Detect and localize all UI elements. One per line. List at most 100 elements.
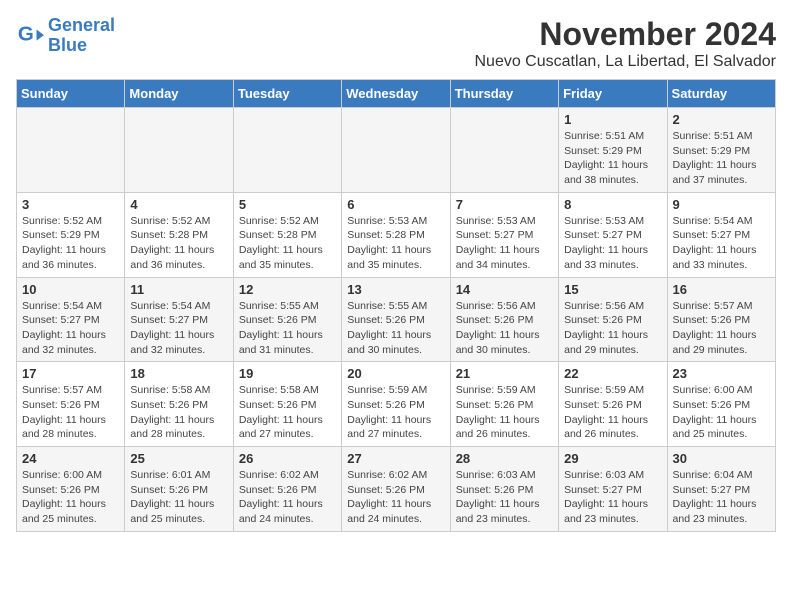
calendar-cell: 16 Sunrise: 5:57 AM Sunset: 5:26 PM Dayli… — [667, 277, 775, 362]
calendar-cell: 30Sunrise: 6:04 AM Sunset: 5:27 PM Dayli… — [667, 447, 775, 532]
calendar-week-5: 24Sunrise: 6:00 AM Sunset: 5:26 PM Dayli… — [17, 447, 776, 532]
day-number: 23 — [673, 366, 770, 381]
calendar-cell: 11Sunrise: 5:54 AM Sunset: 5:27 PM Dayli… — [125, 277, 233, 362]
day-number: 7 — [456, 197, 553, 212]
col-saturday: Saturday — [667, 80, 775, 108]
day-number: 26 — [239, 451, 336, 466]
day-number: 14 — [456, 282, 553, 297]
calendar-cell: 28Sunrise: 6:03 AM Sunset: 5:26 PM Dayli… — [450, 447, 558, 532]
calendar-cell — [342, 108, 450, 193]
calendar-cell: 17 Sunrise: 5:57 AM Sunset: 5:26 PM Dayli… — [17, 362, 125, 447]
day-info: Sunrise: 5:52 AM Sunset: 5:28 PM Dayligh… — [130, 214, 227, 273]
col-sunday: Sunday — [17, 80, 125, 108]
page-header: G General Blue November 2024 Nuevo Cusca… — [16, 16, 776, 71]
day-number: 21 — [456, 366, 553, 381]
day-info: Sunrise: 5:57 AM Sunset: 5:26 PM Dayligh… — [22, 383, 119, 442]
header-row: Sunday Monday Tuesday Wednesday Thursday… — [17, 80, 776, 108]
day-number: 5 — [239, 197, 336, 212]
calendar-cell: 25Sunrise: 6:01 AM Sunset: 5:26 PM Dayli… — [125, 447, 233, 532]
day-info: Sunrise: 5:54 AM Sunset: 5:27 PM Dayligh… — [22, 299, 119, 358]
month-title: November 2024 — [474, 16, 776, 53]
col-monday: Monday — [125, 80, 233, 108]
day-number: 28 — [456, 451, 553, 466]
calendar-cell — [17, 108, 125, 193]
calendar-cell: 26 Sunrise: 6:02 AM Sunset: 5:26 PM Dayli… — [233, 447, 341, 532]
calendar-cell: 15 Sunrise: 5:56 AM Sunset: 5:26 PM Dayli… — [559, 277, 667, 362]
day-number: 25 — [130, 451, 227, 466]
calendar-cell: 19 Sunrise: 5:58 AM Sunset: 5:26 PM Dayli… — [233, 362, 341, 447]
day-info: Sunrise: 5:52 AM Sunset: 5:29 PM Dayligh… — [22, 214, 119, 273]
day-info: Sunrise: 5:58 AM Sunset: 5:26 PM Dayligh… — [239, 383, 336, 442]
day-number: 3 — [22, 197, 119, 212]
calendar-week-4: 17 Sunrise: 5:57 AM Sunset: 5:26 PM Dayli… — [17, 362, 776, 447]
calendar-table: Sunday Monday Tuesday Wednesday Thursday… — [16, 79, 776, 532]
calendar-cell: 6 Sunrise: 5:53 AM Sunset: 5:28 PM Daylig… — [342, 192, 450, 277]
day-number: 27 — [347, 451, 444, 466]
calendar-cell — [233, 108, 341, 193]
calendar-cell: 23Sunrise: 6:00 AM Sunset: 5:26 PM Dayli… — [667, 362, 775, 447]
calendar-cell: 2 Sunrise: 5:51 AM Sunset: 5:29 PM Daylig… — [667, 108, 775, 193]
day-number: 30 — [673, 451, 770, 466]
calendar-cell: 18 Sunrise: 5:58 AM Sunset: 5:26 PM Dayli… — [125, 362, 233, 447]
calendar-cell: 24Sunrise: 6:00 AM Sunset: 5:26 PM Dayli… — [17, 447, 125, 532]
logo: G General Blue — [16, 16, 115, 56]
calendar-week-2: 3 Sunrise: 5:52 AM Sunset: 5:29 PM Daylig… — [17, 192, 776, 277]
day-number: 20 — [347, 366, 444, 381]
day-number: 10 — [22, 282, 119, 297]
col-thursday: Thursday — [450, 80, 558, 108]
day-number: 15 — [564, 282, 661, 297]
day-info: Sunrise: 5:56 AM Sunset: 5:26 PM Dayligh… — [564, 299, 661, 358]
day-info: Sunrise: 5:56 AM Sunset: 5:26 PM Dayligh… — [456, 299, 553, 358]
day-info: Sunrise: 5:59 AM Sunset: 5:26 PM Dayligh… — [456, 383, 553, 442]
day-number: 12 — [239, 282, 336, 297]
day-info: Sunrise: 5:53 AM Sunset: 5:27 PM Dayligh… — [564, 214, 661, 273]
calendar-cell: 22 Sunrise: 5:59 AM Sunset: 5:26 PM Dayli… — [559, 362, 667, 447]
day-info: Sunrise: 6:02 AM Sunset: 5:26 PM Dayligh… — [239, 468, 336, 527]
day-info: Sunrise: 5:53 AM Sunset: 5:28 PM Dayligh… — [347, 214, 444, 273]
day-number: 2 — [673, 112, 770, 127]
calendar-cell: 21 Sunrise: 5:59 AM Sunset: 5:26 PM Dayli… — [450, 362, 558, 447]
day-number: 8 — [564, 197, 661, 212]
day-number: 29 — [564, 451, 661, 466]
calendar-cell: 3 Sunrise: 5:52 AM Sunset: 5:29 PM Daylig… — [17, 192, 125, 277]
location-subtitle: Nuevo Cuscatlan, La Libertad, El Salvado… — [474, 53, 776, 71]
calendar-cell: 13 Sunrise: 5:55 AM Sunset: 5:26 PM Dayli… — [342, 277, 450, 362]
day-info: Sunrise: 5:55 AM Sunset: 5:26 PM Dayligh… — [347, 299, 444, 358]
day-number: 9 — [673, 197, 770, 212]
day-number: 4 — [130, 197, 227, 212]
col-tuesday: Tuesday — [233, 80, 341, 108]
day-number: 19 — [239, 366, 336, 381]
day-number: 16 — [673, 282, 770, 297]
calendar-cell: 12Sunrise: 5:55 AM Sunset: 5:26 PM Dayli… — [233, 277, 341, 362]
calendar-cell: 20 Sunrise: 5:59 AM Sunset: 5:26 PM Dayli… — [342, 362, 450, 447]
calendar-cell: 4 Sunrise: 5:52 AM Sunset: 5:28 PM Daylig… — [125, 192, 233, 277]
day-number: 6 — [347, 197, 444, 212]
calendar-week-3: 10 Sunrise: 5:54 AM Sunset: 5:27 PM Dayli… — [17, 277, 776, 362]
calendar-cell: 14 Sunrise: 5:56 AM Sunset: 5:26 PM Dayli… — [450, 277, 558, 362]
day-info: Sunrise: 5:59 AM Sunset: 5:26 PM Dayligh… — [564, 383, 661, 442]
logo-line2: Blue — [48, 35, 87, 55]
logo-icon: G — [16, 22, 44, 50]
day-number: 18 — [130, 366, 227, 381]
day-info: Sunrise: 6:03 AM Sunset: 5:27 PM Dayligh… — [564, 468, 661, 527]
day-info: Sunrise: 5:52 AM Sunset: 5:28 PM Dayligh… — [239, 214, 336, 273]
day-number: 13 — [347, 282, 444, 297]
col-wednesday: Wednesday — [342, 80, 450, 108]
day-info: Sunrise: 5:58 AM Sunset: 5:26 PM Dayligh… — [130, 383, 227, 442]
day-number: 17 — [22, 366, 119, 381]
calendar-body: 1Sunrise: 5:51 AM Sunset: 5:29 PM Daylig… — [17, 108, 776, 532]
day-number: 22 — [564, 366, 661, 381]
day-info: Sunrise: 5:57 AM Sunset: 5:26 PM Dayligh… — [673, 299, 770, 358]
calendar-cell: 5 Sunrise: 5:52 AM Sunset: 5:28 PM Daylig… — [233, 192, 341, 277]
day-info: Sunrise: 5:59 AM Sunset: 5:26 PM Dayligh… — [347, 383, 444, 442]
calendar-cell: 1Sunrise: 5:51 AM Sunset: 5:29 PM Daylig… — [559, 108, 667, 193]
day-info: Sunrise: 5:51 AM Sunset: 5:29 PM Dayligh… — [673, 129, 770, 188]
calendar-header: Sunday Monday Tuesday Wednesday Thursday… — [17, 80, 776, 108]
calendar-cell: 7Sunrise: 5:53 AM Sunset: 5:27 PM Daylig… — [450, 192, 558, 277]
calendar-cell: 27Sunrise: 6:02 AM Sunset: 5:26 PM Dayli… — [342, 447, 450, 532]
logo-line1: General — [48, 15, 115, 35]
calendar-cell: 29 Sunrise: 6:03 AM Sunset: 5:27 PM Dayli… — [559, 447, 667, 532]
day-number: 24 — [22, 451, 119, 466]
calendar-cell: 10 Sunrise: 5:54 AM Sunset: 5:27 PM Dayli… — [17, 277, 125, 362]
svg-text:G: G — [18, 22, 34, 45]
